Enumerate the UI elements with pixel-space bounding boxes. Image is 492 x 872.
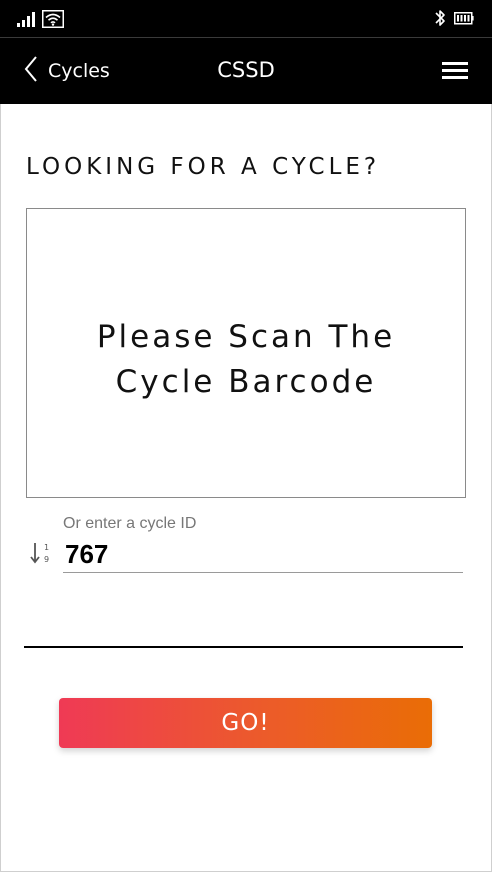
chevron-left-icon [24, 55, 38, 87]
go-button[interactable]: GO! [59, 698, 432, 748]
cycle-id-label: Or enter a cycle ID [63, 515, 197, 532]
hamburger-menu-icon[interactable] [442, 62, 468, 80]
back-button[interactable]: Cycles [24, 56, 110, 86]
divider [24, 646, 463, 648]
status-left [16, 10, 64, 32]
scan-box: Please Scan The Cycle Barcode [26, 208, 466, 498]
scan-prompt: Please Scan The Cycle Barcode [96, 319, 396, 400]
svg-text:9: 9 [44, 555, 49, 564]
wifi-icon [42, 10, 64, 32]
back-label: Cycles [48, 60, 110, 82]
cycle-id-input[interactable] [63, 536, 463, 573]
section-title: LOOKING FOR A CYCLE? [26, 154, 381, 180]
bluetooth-icon [434, 8, 446, 32]
signal-icon [16, 10, 36, 32]
battery-icon [454, 10, 474, 30]
svg-text:1: 1 [44, 543, 49, 552]
status-right [434, 8, 474, 32]
app-bar: Cycles CSSD [0, 38, 492, 104]
status-bar [0, 0, 492, 38]
sort-numeric-icon: 1 9 [30, 541, 52, 567]
